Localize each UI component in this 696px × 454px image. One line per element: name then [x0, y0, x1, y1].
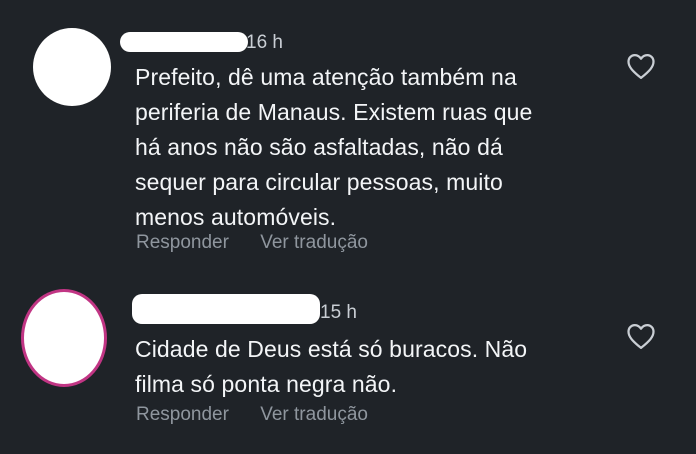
- comment-timestamp: 16 h: [246, 32, 283, 53]
- comment-line: sequer para circular pessoas, muito: [135, 169, 503, 195]
- comment-actions: Responder Ver tradução: [136, 404, 368, 426]
- comment-line: periferia de Manaus. Existem ruas que: [135, 99, 533, 125]
- heart-icon[interactable]: [626, 52, 656, 80]
- heart-icon[interactable]: [626, 322, 656, 350]
- username-redacted[interactable]: [132, 294, 320, 324]
- comment-line: filma só ponta negra não.: [135, 371, 398, 397]
- reply-button[interactable]: Responder: [136, 404, 229, 426]
- comment-text: Cidade de Deus está só buracos. Não film…: [135, 332, 595, 402]
- comment-text: Prefeito, dê uma atenção também na perif…: [135, 60, 595, 235]
- reply-button[interactable]: Responder: [136, 232, 229, 254]
- comment-actions: Responder Ver tradução: [136, 232, 368, 254]
- username-redacted[interactable]: [120, 32, 248, 52]
- translate-button[interactable]: Ver tradução: [260, 232, 368, 254]
- avatar[interactable]: [33, 28, 111, 106]
- comment-line: menos automóveis.: [135, 204, 337, 230]
- translate-button[interactable]: Ver tradução: [260, 404, 368, 426]
- comment-line: há anos não são asfaltadas, não dá: [135, 134, 503, 160]
- comment-line: Prefeito, dê uma atenção também na: [135, 64, 517, 90]
- comment-timestamp: 15 h: [320, 302, 357, 323]
- comment-line: Cidade de Deus está só buracos. Não: [135, 336, 528, 362]
- comment-item: 16 h Prefeito, dê uma atenção também na …: [0, 0, 696, 270]
- avatar[interactable]: [24, 292, 104, 384]
- comment-item: 15 h Cidade de Deus está só buracos. Não…: [0, 270, 696, 454]
